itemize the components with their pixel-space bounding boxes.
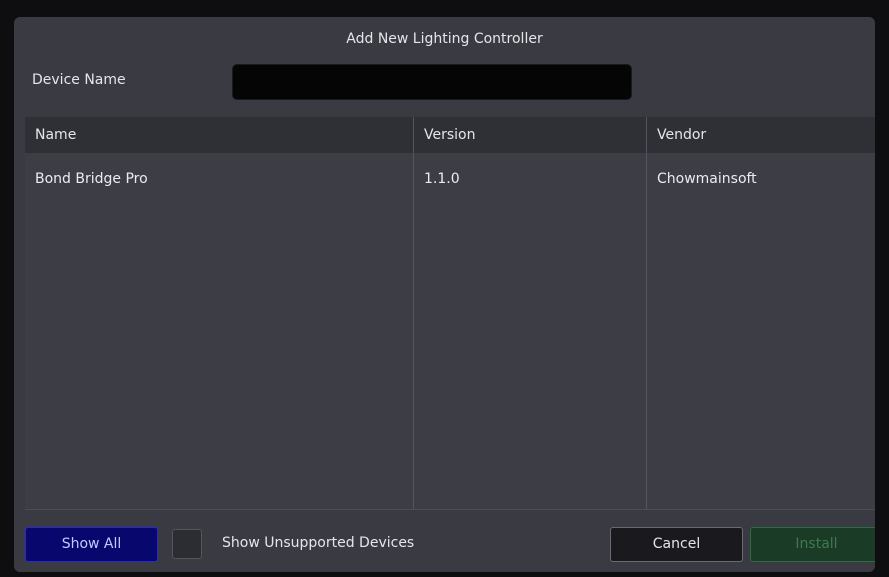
column-header-version[interactable]: Version xyxy=(414,117,647,153)
device-name-input[interactable] xyxy=(232,64,632,100)
dialog-title: Add New Lighting Controller xyxy=(346,31,543,47)
column-header-name[interactable]: Name xyxy=(25,117,414,153)
footer-divider xyxy=(25,509,875,510)
show-all-button[interactable]: Show All xyxy=(25,527,158,562)
table-header: Name Version Vendor xyxy=(25,117,875,153)
column-header-vendor[interactable]: Vendor xyxy=(647,117,875,153)
cell-name: Bond Bridge Pro xyxy=(35,171,148,187)
install-button[interactable]: Install xyxy=(750,527,875,562)
device-name-label: Device Name xyxy=(32,72,126,88)
show-unsupported-checkbox[interactable] xyxy=(172,529,202,559)
controller-table: Name Version Vendor Bond Bridge Pro 1.1.… xyxy=(25,117,875,509)
cell-vendor: Chowmainsoft xyxy=(657,171,757,187)
table-row[interactable]: Bond Bridge Pro 1.1.0 Chowmainsoft xyxy=(25,161,875,197)
cell-version: 1.1.0 xyxy=(424,171,460,187)
add-lighting-controller-dialog: Add New Lighting Controller Device Name … xyxy=(14,17,875,572)
show-unsupported-label: Show Unsupported Devices xyxy=(222,535,415,551)
cancel-button[interactable]: Cancel xyxy=(610,527,743,562)
